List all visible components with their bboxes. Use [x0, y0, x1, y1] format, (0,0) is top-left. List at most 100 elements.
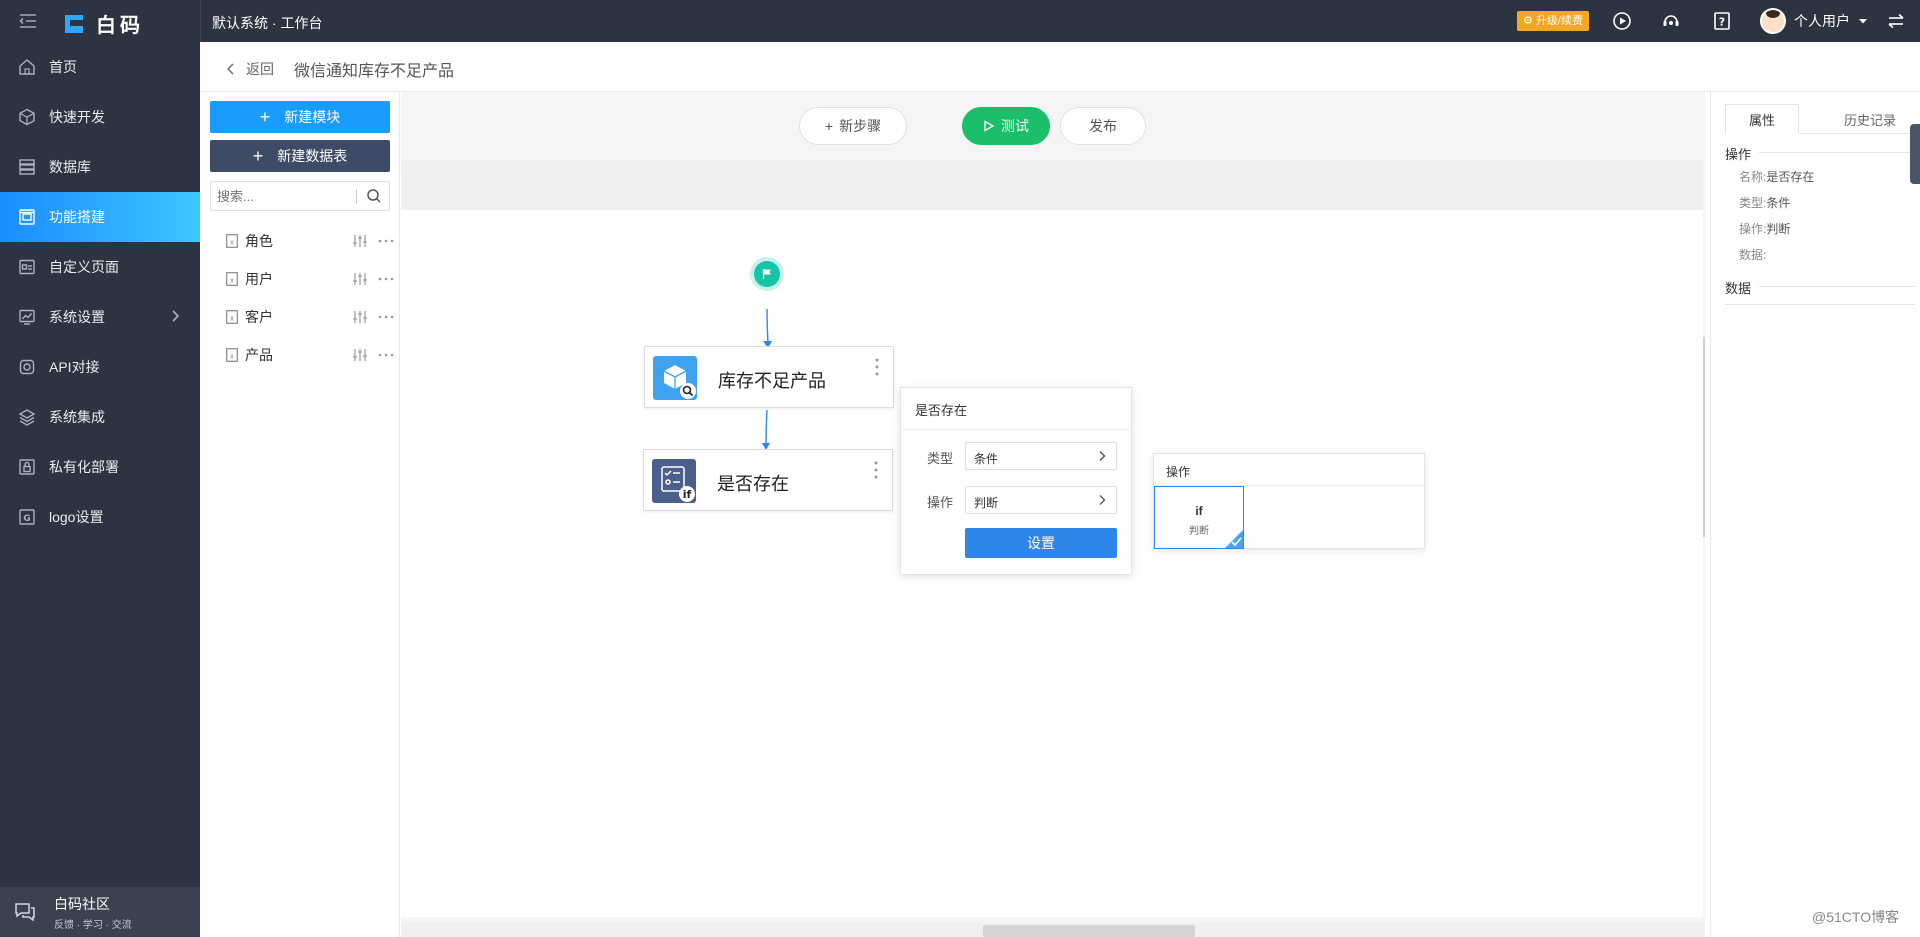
flow-canvas: + 新步骤 测试 发布 库存不足产品 if 是否存在 是否存在 类型 条件 操作… — [401, 92, 1705, 937]
sidebar-item-label: logo设置 — [49, 509, 104, 525]
community-title: 白码社区 — [54, 895, 110, 912]
svg-text:?: ? — [1719, 16, 1725, 29]
page-title: 微信通知库存不足产品 — [294, 63, 455, 80]
type-select-value: 条件 — [974, 452, 999, 466]
sidebar-item-system-settings[interactable]: 系统设置 — [0, 292, 200, 342]
tab-history[interactable]: 历史记录 — [1825, 104, 1915, 134]
more-icon[interactable] — [378, 234, 394, 248]
settings-button[interactable]: 设置 — [965, 528, 1117, 558]
sidebar-item-label: 功能搭建 — [49, 209, 105, 225]
section-divider — [1759, 286, 1915, 287]
chevron-left-icon — [227, 63, 234, 75]
menu-toggle-icon[interactable] — [18, 11, 38, 31]
table-item-customer[interactable]: x 客户 — [226, 306, 396, 328]
table-file-icon: x — [226, 348, 238, 362]
type-select[interactable]: 条件 — [965, 442, 1117, 470]
layers-icon — [18, 409, 36, 426]
chevron-right-icon — [1099, 451, 1106, 461]
table-item-label: 角色 — [245, 233, 273, 249]
sidebar-item-custom-page[interactable]: 自定义页面 — [0, 242, 200, 292]
search-input[interactable] — [217, 187, 357, 205]
chevron-right-icon — [1099, 495, 1106, 505]
more-icon[interactable] — [378, 310, 394, 324]
logo[interactable]: 白码 — [62, 9, 144, 38]
sidebar-item-label: 首页 — [49, 59, 77, 75]
table-item-product[interactable]: x 产品 — [226, 344, 396, 366]
more-icon[interactable] — [378, 348, 394, 362]
sidebar-item-api[interactable]: API对接 — [0, 342, 200, 392]
node-more-icon[interactable] — [875, 357, 879, 377]
flow-start-node[interactable] — [750, 257, 784, 291]
section-bottom-divider — [1725, 304, 1915, 305]
horizontal-scroll-thumb[interactable] — [983, 925, 1195, 937]
page-header: 返回 微信通知库存不足产品 — [200, 42, 1920, 92]
sidebar-item-quick-dev[interactable]: 快速开发 — [0, 92, 200, 142]
chevron-right-icon — [172, 310, 180, 322]
brand-logo-icon — [65, 14, 83, 33]
svg-text:x: x — [230, 353, 234, 361]
table-item-role[interactable]: x 角色 — [226, 230, 396, 252]
sidebar-item-home[interactable]: 首页 — [0, 42, 200, 92]
sidebar-item-private-deploy[interactable]: 私有化部署 — [0, 442, 200, 492]
sidebar-item-label: 系统集成 — [49, 409, 105, 425]
table-item-user[interactable]: x 用户 — [226, 268, 396, 290]
prop-label: 操作: — [1739, 222, 1767, 236]
sidebar-item-build[interactable]: 功能搭建 — [0, 192, 200, 242]
upgrade-label: 升级/续费 — [1535, 15, 1583, 27]
workspace-breadcrumb[interactable]: 默认系统 · 工作台 — [212, 13, 322, 33]
section-operation: 操作 — [1725, 144, 1915, 163]
sidebar-item-label: 系统设置 — [49, 309, 105, 325]
sidebar-item-integration[interactable]: 系统集成 — [0, 392, 200, 442]
operation-select[interactable]: 判断 — [965, 486, 1117, 514]
node-more-icon[interactable] — [874, 460, 878, 480]
prop-operation: 操作:判断 — [1739, 220, 1790, 237]
switch-icon[interactable] — [1886, 11, 1906, 31]
checklist-if-icon: if — [661, 466, 695, 502]
table-file-icon: x — [226, 272, 238, 286]
prop-name: 名称:是否存在 — [1739, 168, 1814, 185]
sliders-icon[interactable] — [352, 348, 368, 362]
table-item-label: 产品 — [245, 347, 273, 363]
properties-panel: 属性 历史记录 操作 名称:是否存在 类型:条件 操作:判断 数据: 数据 — [1710, 92, 1920, 937]
new-table-button[interactable]: + 新建数据表 — [210, 140, 390, 172]
sliders-icon[interactable] — [352, 272, 368, 286]
community-link[interactable]: 白码社区 反馈 · 学习 · 交流 — [0, 887, 200, 937]
vertical-scrollbar[interactable] — [1703, 337, 1705, 537]
prop-label: 类型: — [1739, 196, 1767, 210]
section-data: 数据 — [1725, 278, 1915, 297]
prop-value: 条件 — [1766, 196, 1791, 210]
type-label: 类型 — [927, 451, 954, 466]
flow-node-condition[interactable]: if 是否存在 — [643, 449, 893, 511]
new-module-button[interactable]: + 新建模块 — [210, 101, 390, 133]
sidebar-item-logo-settings[interactable]: G logo设置 — [0, 492, 200, 542]
watermark: @51CTO博客 — [1812, 909, 1900, 925]
sidebar-item-label: 私有化部署 — [49, 459, 119, 475]
sliders-icon[interactable] — [352, 234, 368, 248]
user-menu[interactable]: 个人用户 — [1760, 8, 1868, 34]
sidebar-item-database[interactable]: 数据库 — [0, 142, 200, 192]
sidebar: 首页 快速开发 数据库 功能搭建 自定义页面 系统设置 API对接 系统集成 私… — [0, 42, 200, 937]
search-icon[interactable] — [366, 188, 382, 204]
sidebar-item-label: 快速开发 — [49, 109, 105, 125]
svg-text:x: x — [230, 239, 234, 247]
node-config-popup: 是否存在 类型 条件 操作 判断 设置 — [900, 387, 1132, 575]
top-bar: 白码 默认系统 · 工作台 ⚙ 升级/续费 ? 个人用户 — [0, 0, 1920, 42]
svg-text:G: G — [23, 514, 30, 524]
play-icon[interactable] — [1612, 11, 1632, 31]
tab-properties[interactable]: 属性 — [1725, 104, 1799, 134]
avatar — [1760, 8, 1786, 34]
side-drawer-handle[interactable] — [1910, 124, 1920, 184]
back-button[interactable]: 返回 — [226, 59, 274, 79]
flow-node-query[interactable]: 库存不足产品 — [644, 346, 894, 408]
section-title: 操作 — [1725, 147, 1752, 162]
search-box — [210, 181, 390, 211]
properties-tabs: 属性 历史记录 — [1725, 104, 1915, 134]
database-icon — [19, 159, 35, 175]
support-icon[interactable] — [1661, 11, 1681, 31]
operation-card-judge[interactable]: if 判断 — [1154, 486, 1244, 549]
upgrade-badge[interactable]: ⚙ 升级/续费 — [1517, 11, 1589, 31]
more-icon[interactable] — [378, 272, 394, 286]
sliders-icon[interactable] — [352, 310, 368, 324]
help-icon[interactable]: ? — [1712, 11, 1732, 31]
query-node-badge — [653, 356, 697, 400]
